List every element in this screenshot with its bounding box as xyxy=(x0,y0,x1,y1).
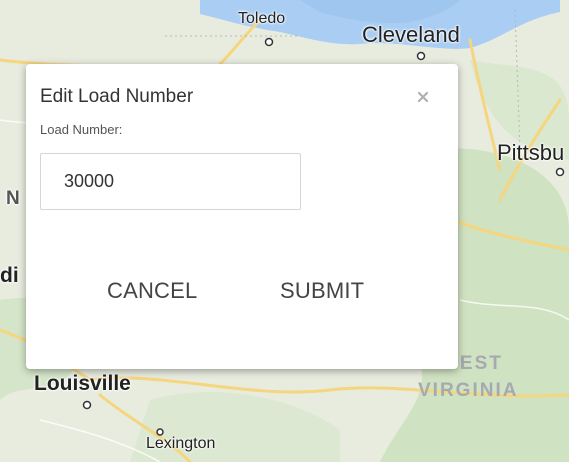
submit-button[interactable]: SUBMIT xyxy=(280,278,364,304)
load-number-input[interactable] xyxy=(40,153,301,210)
close-icon[interactable] xyxy=(416,90,430,104)
city-label-louisville: Louisville xyxy=(34,372,131,395)
city-label-lexington: Lexington xyxy=(146,435,216,452)
city-label-indiana-fragment: di xyxy=(0,264,19,287)
edit-load-number-dialog: Edit Load Number Load Number: CANCEL SUB… xyxy=(26,64,458,369)
city-label-toledo: Toledo xyxy=(238,10,286,27)
state-label-virginia: VIRGINIA xyxy=(418,380,519,401)
city-label-pittsburgh: Pittsbu xyxy=(497,140,565,165)
cancel-button[interactable]: CANCEL xyxy=(107,278,197,304)
city-label-cleveland: Cleveland xyxy=(362,22,460,47)
load-number-label: Load Number: xyxy=(40,122,123,137)
dialog-title: Edit Load Number xyxy=(40,86,194,107)
city-label-n-fragment: N xyxy=(6,188,20,209)
